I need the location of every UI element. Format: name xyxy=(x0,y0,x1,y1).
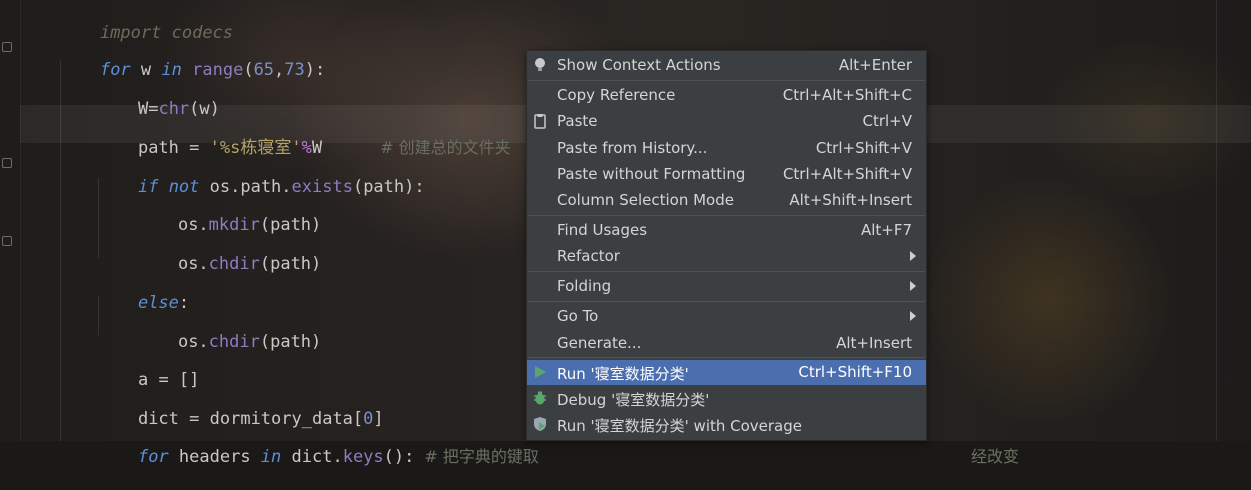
menu-separator xyxy=(528,215,925,216)
menu-item-label: Refactor xyxy=(557,247,620,265)
fold-marker-icon[interactable] xyxy=(2,236,12,246)
right-margin-guide xyxy=(1216,0,1217,441)
menu-item-label: Paste without Formatting xyxy=(557,165,746,183)
number-literal: 65 xyxy=(253,60,275,80)
menu-item-shortcut: Alt+Insert xyxy=(836,334,912,352)
builtin-function: chdir xyxy=(208,332,260,352)
menu-item-find-usages[interactable]: Find Usages Alt+F7 xyxy=(527,218,926,243)
menu-item-folding[interactable]: Folding xyxy=(527,274,926,299)
menu-item-label: Paste from History... xyxy=(557,139,708,157)
menu-item-label: Go To xyxy=(557,307,599,325)
menu-item-label: Generate... xyxy=(557,334,642,352)
menu-item-paste-from-history[interactable]: Paste from History... Ctrl+Shift+V xyxy=(527,136,926,161)
code-text: ( xyxy=(243,60,254,80)
code-text: headers xyxy=(168,447,261,467)
menu-item-label: Column Selection Mode xyxy=(557,191,734,209)
keyword: for xyxy=(137,447,169,467)
builtin-function: keys xyxy=(342,447,384,467)
menu-separator xyxy=(528,301,925,302)
code-text: dict. xyxy=(281,447,343,467)
menu-item-paste[interactable]: Paste Ctrl+V xyxy=(527,109,926,134)
code-text: (path) xyxy=(259,254,322,274)
code-text: (path): xyxy=(352,177,425,197)
menu-separator xyxy=(528,271,925,272)
menu-item-label: Run '寝室数据分类' with Coverage xyxy=(557,417,803,435)
menu-item-refactor[interactable]: Refactor xyxy=(527,244,926,269)
editor-gutter[interactable] xyxy=(0,0,21,441)
menu-item-show-context-actions[interactable]: Show Context Actions Alt+Enter xyxy=(527,53,926,78)
debug-icon xyxy=(534,391,546,405)
menu-item-label: Show Context Actions xyxy=(557,56,721,74)
menu-item-shortcut: Alt+F7 xyxy=(860,221,912,239)
menu-separator xyxy=(528,80,925,81)
code-comment: # 把字典的键取 xyxy=(424,447,539,466)
menu-item-generate[interactable]: Generate... Alt+Insert xyxy=(527,331,926,356)
number-literal: 73 xyxy=(284,60,305,80)
keyword: in xyxy=(260,447,282,467)
menu-item-shortcut: Alt+Enter xyxy=(838,56,912,74)
indent-guide xyxy=(60,60,61,441)
code-text: (path) xyxy=(259,332,322,352)
code-text: , xyxy=(274,60,285,80)
menu-item-shortcut: Ctrl+Shift+V xyxy=(815,139,912,157)
builtin-function: chdir xyxy=(208,254,260,274)
submenu-arrow-icon xyxy=(910,281,916,291)
menu-separator xyxy=(528,357,925,358)
menu-item-go-to[interactable]: Go To xyxy=(527,304,926,329)
menu-item-label: Copy Reference xyxy=(557,86,676,104)
menu-item-copy-reference[interactable]: Copy Reference Ctrl+Alt+Shift+C xyxy=(527,83,926,108)
submenu-arrow-icon xyxy=(910,311,916,321)
menu-item-label: Find Usages xyxy=(557,221,648,239)
menu-item-label: Debug '寝室数据分类' xyxy=(557,391,710,409)
menu-item-label: Run '寝室数据分类' xyxy=(557,365,689,383)
code-text: (): xyxy=(383,447,415,467)
menu-item-shortcut: Ctrl+Alt+Shift+C xyxy=(782,86,912,104)
code-line: 经改变 xyxy=(930,424,1019,490)
menu-item-column-selection-mode[interactable]: Column Selection Mode Alt+Shift+Insert xyxy=(527,188,926,213)
menu-item-debug[interactable]: Debug '寝室数据分类' xyxy=(527,386,926,411)
code-line: for headers in dict.keys(): # 把字典的键取 xyxy=(97,424,539,490)
fold-marker-icon[interactable] xyxy=(2,158,12,168)
menu-item-shortcut: Ctrl+Shift+F10 xyxy=(798,363,912,381)
code-text: ): xyxy=(304,60,326,80)
submenu-arrow-icon xyxy=(910,251,916,261)
coverage-icon xyxy=(534,417,546,431)
run-icon xyxy=(535,366,546,378)
menu-item-label: Folding xyxy=(557,277,612,295)
fold-marker-icon[interactable] xyxy=(2,42,12,52)
menu-item-shortcut: Alt+Shift+Insert xyxy=(789,191,912,209)
context-menu[interactable]: Show Context Actions Alt+Enter Copy Refe… xyxy=(526,50,927,441)
clipboard-icon xyxy=(534,114,546,129)
menu-item-run[interactable]: Run '寝室数据分类' Ctrl+Shift+F10 xyxy=(527,360,926,385)
menu-item-run-with-coverage[interactable]: Run '寝室数据分类' with Coverage xyxy=(527,412,926,437)
menu-item-shortcut: Ctrl+V xyxy=(862,112,912,130)
menu-item-paste-without-formatting[interactable]: Paste without Formatting Ctrl+Alt+Shift+… xyxy=(527,162,926,187)
code-comment: 经改变 xyxy=(970,447,1019,466)
menu-item-label: Paste xyxy=(557,112,598,130)
lightbulb-icon xyxy=(535,58,545,71)
menu-item-shortcut: Ctrl+Alt+Shift+V xyxy=(782,165,912,183)
